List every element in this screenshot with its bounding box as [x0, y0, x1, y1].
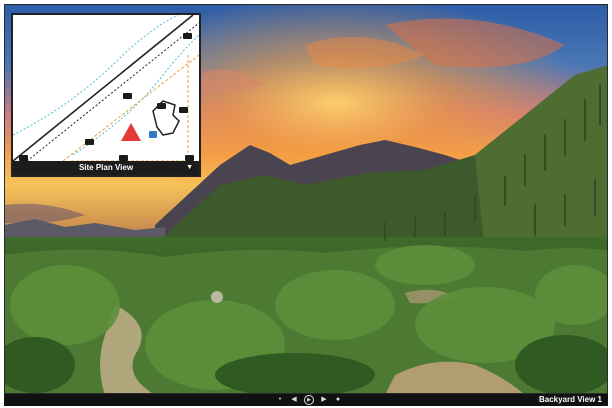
zoom-icon[interactable]: ●: [334, 396, 342, 404]
heading-marker-icon[interactable]: •: [276, 396, 284, 404]
playback-controls: • ◀ ▶ ▶ ●: [276, 394, 342, 406]
play-icon[interactable]: ▶: [304, 395, 314, 405]
next-view-icon[interactable]: ▶: [320, 396, 328, 404]
site-plan-map[interactable]: [13, 15, 199, 161]
site-plan-minimap[interactable]: Site Plan View ▼: [11, 13, 201, 177]
current-view-label: Backyard View 1: [538, 395, 602, 404]
virtual-tour-frame: Site Plan View ▼ • ◀ ▶ ▶ ● Backyard View…: [0, 0, 612, 408]
panorama-viewer[interactable]: Site Plan View ▼: [4, 4, 608, 394]
caret-down-icon[interactable]: ▼: [186, 161, 193, 175]
nearby-camera-marker: [149, 131, 157, 138]
site-plan-title-bar: Site Plan View ▼: [13, 161, 199, 175]
site-plan-title: Site Plan View: [78, 163, 134, 172]
previous-view-icon[interactable]: ◀: [290, 396, 298, 404]
tour-control-bar: • ◀ ▶ ▶ ● Backyard View 1: [4, 394, 608, 406]
